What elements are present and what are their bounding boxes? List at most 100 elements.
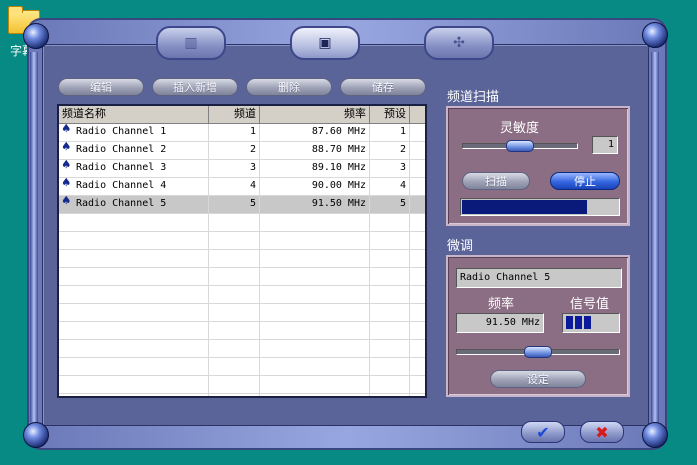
cell-freq	[260, 340, 370, 357]
table-row[interactable]: Radio Channel 4 4 90.00 MHz 4	[59, 178, 425, 196]
cell-name	[59, 394, 209, 396]
cell-channel	[209, 376, 260, 393]
edit-button[interactable]: 编辑	[58, 78, 144, 96]
cell-filler	[410, 268, 425, 285]
corner-knob-bottom-left	[23, 422, 49, 448]
col-header-preset[interactable]: 预设	[370, 106, 410, 123]
film-icon: ▥	[184, 35, 198, 51]
cell-channel: 4	[209, 178, 260, 195]
cell-text: 2	[399, 144, 406, 155]
cell-preset	[370, 304, 410, 321]
table-row-empty[interactable]	[59, 304, 425, 322]
table-row-empty[interactable]	[59, 376, 425, 394]
table-row-empty[interactable]	[59, 250, 425, 268]
cell-channel	[209, 286, 260, 303]
cell-channel: 2	[209, 142, 260, 159]
cell-name	[59, 232, 209, 249]
stop-button[interactable]: 停止	[550, 172, 620, 190]
table-row[interactable]: Radio Channel 5 5 91.50 MHz 5	[59, 196, 425, 214]
cell-channel	[209, 232, 260, 249]
table-row-empty[interactable]	[59, 268, 425, 286]
delete-button[interactable]: 删除	[246, 78, 332, 96]
cell-freq	[260, 250, 370, 267]
corner-knob-top-left	[23, 23, 49, 49]
cell-filler	[410, 232, 425, 249]
cell-text: Radio Channel 4	[76, 180, 167, 191]
cell-channel	[209, 322, 260, 339]
corner-knob-top-right	[642, 22, 668, 48]
cell-name	[59, 214, 209, 231]
save-button[interactable]: 储存	[340, 78, 426, 96]
cell-filler	[410, 124, 425, 141]
cell-preset: 3	[370, 160, 410, 177]
cell-freq	[260, 376, 370, 393]
table-row-empty[interactable]	[59, 394, 425, 396]
signal-meter	[562, 313, 620, 333]
sensitivity-slider-thumb[interactable]	[506, 140, 534, 152]
col-header-channel[interactable]: 频道	[209, 106, 260, 123]
table-row-empty[interactable]	[59, 322, 425, 340]
radio-channel-icon	[62, 124, 73, 137]
cell-preset	[370, 358, 410, 375]
cell-filler	[410, 394, 425, 396]
cell-preset	[370, 232, 410, 249]
cell-name	[59, 376, 209, 393]
tab-radio[interactable]: ▣	[290, 26, 360, 60]
cell-filler	[410, 286, 425, 303]
table-row[interactable]: Radio Channel 1 1 87.60 MHz 1	[59, 124, 425, 142]
col-header-name[interactable]: 频道名称	[59, 106, 209, 123]
cell-preset	[370, 340, 410, 357]
tune-slider-thumb[interactable]	[524, 346, 552, 358]
cell-text: 5	[249, 198, 256, 209]
cell-name	[59, 340, 209, 357]
ok-button[interactable]: ✔	[521, 421, 565, 443]
cell-freq	[260, 232, 370, 249]
cell-freq: 90.00 MHz	[260, 178, 370, 195]
tab-settings[interactable]: ✣	[424, 26, 494, 60]
cell-text: 2	[249, 144, 256, 155]
table-row[interactable]: Radio Channel 2 2 88.70 MHz 2	[59, 142, 425, 160]
sensitivity-value[interactable]: 1	[592, 136, 618, 154]
signal-bar	[575, 316, 582, 329]
cell-preset	[370, 250, 410, 267]
channel-table[interactable]: 频道名称 频道 频率 预设 Radio Channel 1 1 87.60 MHz 1…	[57, 104, 427, 398]
cell-name: Radio Channel 1	[59, 124, 209, 141]
cell-text: Radio Channel 1	[76, 126, 167, 137]
table-row-empty[interactable]	[59, 358, 425, 376]
col-header-freq[interactable]: 频率	[260, 106, 370, 123]
cell-name	[59, 304, 209, 321]
scan-panel: 灵敏度 1 扫描 停止	[446, 106, 630, 226]
cell-freq	[260, 286, 370, 303]
cell-preset	[370, 268, 410, 285]
table-row-empty[interactable]	[59, 214, 425, 232]
table-row-empty[interactable]	[59, 232, 425, 250]
cell-text: 1	[249, 126, 256, 137]
table-row[interactable]: Radio Channel 3 3 89.10 MHz 3	[59, 160, 425, 178]
cell-name: Radio Channel 3	[59, 160, 209, 177]
right-rail	[651, 52, 659, 422]
cell-preset	[370, 286, 410, 303]
insert-button[interactable]: 插入新增	[152, 78, 238, 96]
cell-text: Radio Channel 3	[76, 162, 167, 173]
tune-title: 微调	[447, 239, 474, 254]
cell-channel	[209, 394, 260, 396]
check-icon: ✔	[536, 422, 550, 442]
cell-name	[59, 250, 209, 267]
cell-text: Radio Channel 2	[76, 144, 167, 155]
table-row-empty[interactable]	[59, 340, 425, 358]
cell-channel: 5	[209, 196, 260, 213]
cancel-button[interactable]: ✖	[580, 421, 624, 443]
set-button[interactable]: 设定	[490, 370, 586, 388]
cell-name: Radio Channel 5	[59, 196, 209, 213]
signal-bar	[566, 316, 573, 329]
radio-channel-icon	[62, 142, 73, 155]
cell-filler	[410, 340, 425, 357]
tune-channel-name[interactable]: Radio Channel 5	[456, 268, 622, 288]
cell-text: 5	[399, 198, 406, 209]
cell-channel	[209, 268, 260, 285]
scan-title: 频道扫描	[447, 90, 500, 105]
cell-preset: 4	[370, 178, 410, 195]
scan-button[interactable]: 扫描	[462, 172, 530, 190]
tab-video[interactable]: ▥	[156, 26, 226, 60]
table-row-empty[interactable]	[59, 286, 425, 304]
